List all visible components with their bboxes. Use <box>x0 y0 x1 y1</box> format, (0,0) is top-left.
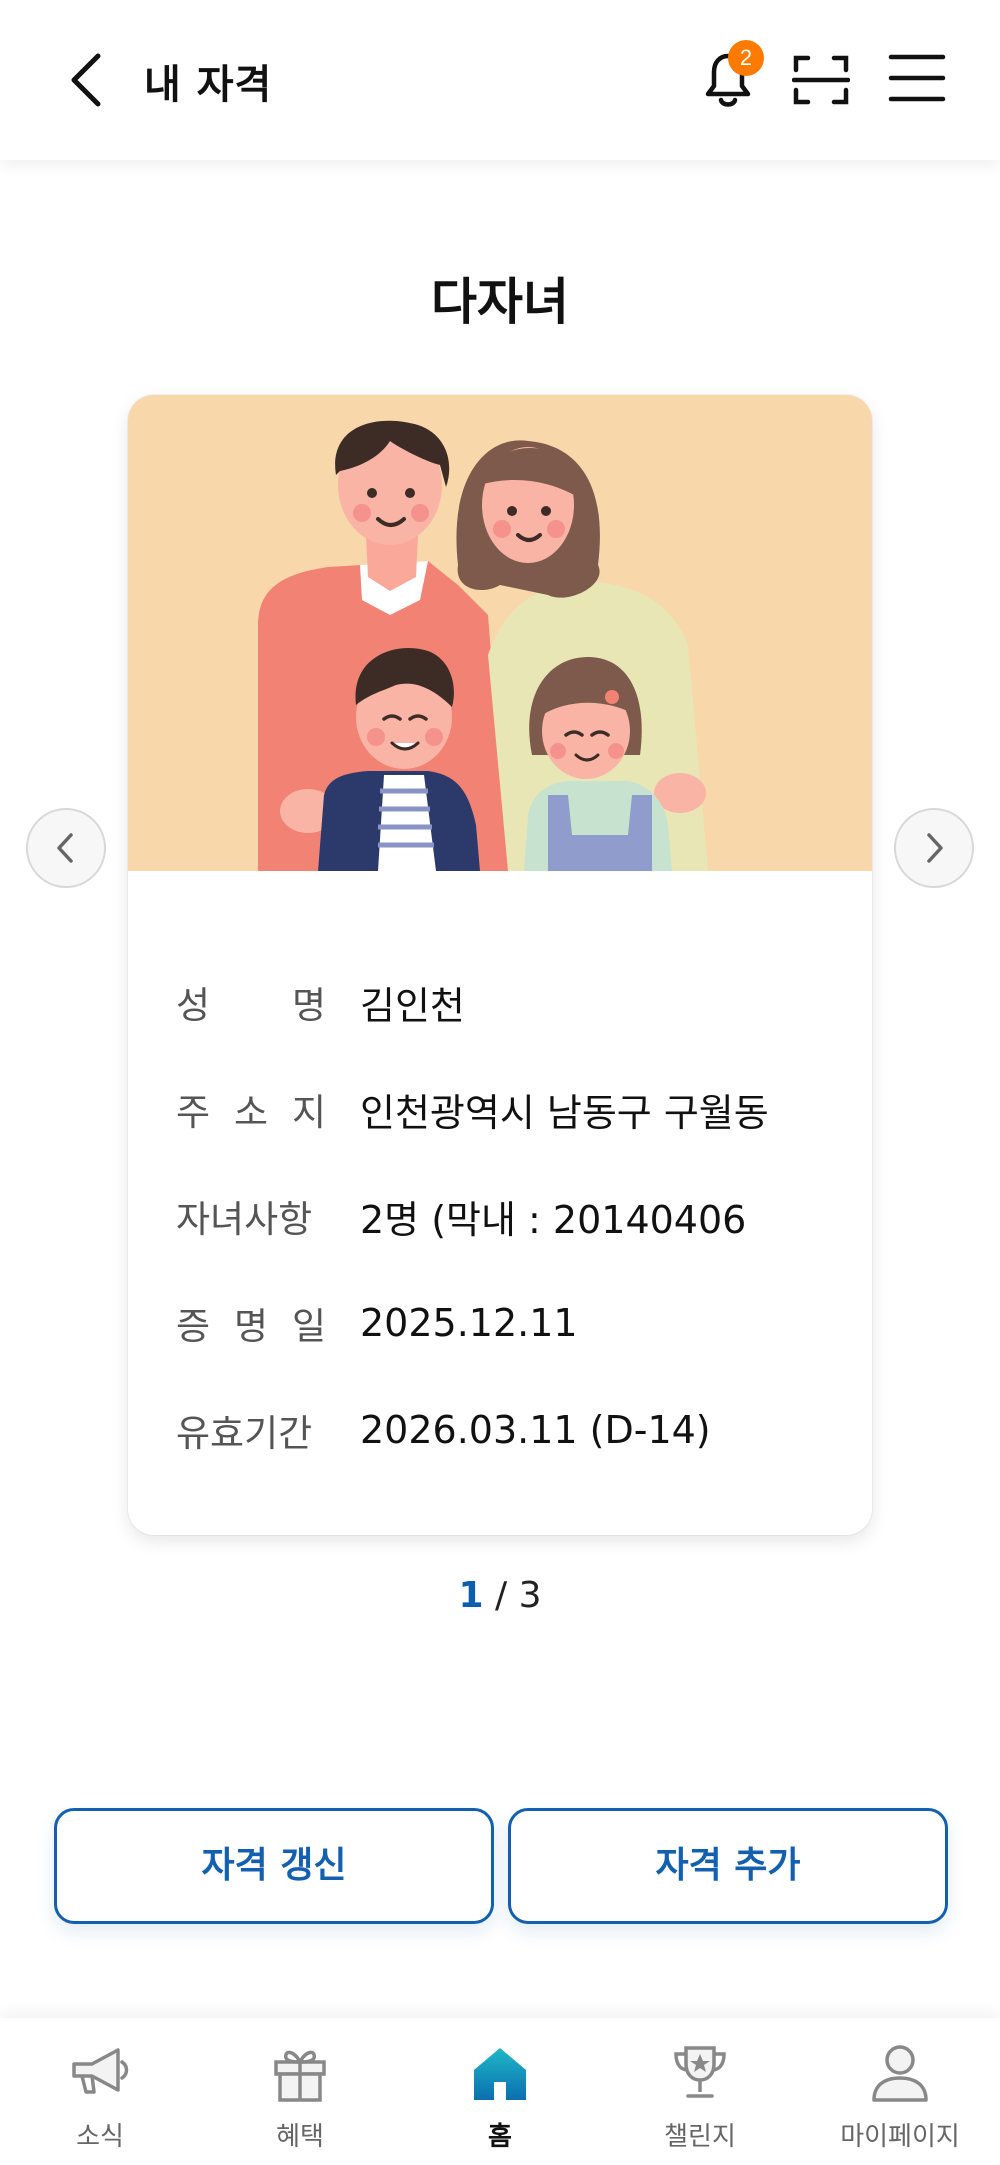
info-label: 주 소 지 <box>176 1091 326 1134</box>
nav-item-mypage[interactable]: 마이페이지 <box>800 2018 1000 2165</box>
app-header: 내 자격 2 <box>0 0 1000 160</box>
info-label: 유효기간 <box>176 1412 313 1455</box>
carousel-prev-button[interactable] <box>26 808 106 888</box>
info-row-name: 성 명 김인천 <box>176 977 465 1028</box>
page-title: 내 자격 <box>144 62 273 108</box>
carousel-pager: 1 / 3 <box>0 1575 1000 1616</box>
pager-separator: / <box>483 1575 519 1616</box>
home-icon <box>474 2048 526 2100</box>
pager-current: 1 <box>458 1575 484 1616</box>
info-value-children: 2명 (막내 : 20140406 <box>360 1197 747 1242</box>
info-row-issue-date: 증 명 일 2025.12.11 <box>176 1298 578 1348</box>
scan-icon <box>791 55 851 105</box>
scan-button[interactable] <box>791 52 851 108</box>
info-value-name: 김인천 <box>360 983 465 1028</box>
nav-item-benefits[interactable]: 혜택 <box>200 2018 400 2165</box>
qualification-card[interactable]: 성 명 김인천 주 소 지 인천광역시 남동구 구월동 자녀사항 2명 (막내 … <box>128 395 872 1535</box>
menu-button[interactable] <box>888 52 946 104</box>
nav-item-home[interactable]: 홈 <box>400 2018 600 2165</box>
nav-item-news[interactable]: 소식 <box>0 2018 200 2165</box>
info-value-address: 인천광역시 남동구 구월동 <box>360 1090 769 1135</box>
megaphone-icon <box>72 2048 129 2094</box>
notification-badge: 2 <box>728 40 764 76</box>
info-row-children: 자녀사항 2명 (막내 : 20140406 <box>176 1191 747 1242</box>
gift-icon <box>274 2050 326 2102</box>
info-value-issue-date: 2025.12.11 <box>360 1301 578 1345</box>
chevron-right-icon <box>927 833 943 863</box>
trophy-icon <box>674 2046 726 2098</box>
info-value-valid-until: 2026.03.11 (D-14) <box>360 1408 711 1452</box>
back-button[interactable] <box>62 50 110 110</box>
qualification-type-title: 다자녀 <box>431 273 569 331</box>
pager-total: 3 <box>518 1575 542 1616</box>
chevron-left-icon <box>71 53 101 107</box>
bottom-navigation: 소식 혜택 홈 챌린지 마이페이지 <box>0 2018 1000 2165</box>
chevron-left-icon <box>57 833 73 863</box>
info-label: 성 명 <box>176 984 326 1027</box>
info-row-valid-until: 유효기간 2026.03.11 (D-14) <box>176 1405 711 1455</box>
renew-qualification-button[interactable]: 자격 갱신 <box>54 1808 494 1924</box>
person-icon <box>872 2045 928 2102</box>
hamburger-menu-icon <box>888 54 946 102</box>
info-label: 증 명 일 <box>176 1305 326 1348</box>
nav-item-challenge[interactable]: 챌린지 <box>600 2018 800 2165</box>
add-qualification-button[interactable]: 자격 추가 <box>508 1808 948 1924</box>
family-illustration <box>128 395 872 871</box>
info-row-address: 주 소 지 인천광역시 남동구 구월동 <box>176 1084 769 1135</box>
info-label: 자녀사항 <box>176 1198 313 1241</box>
carousel-next-button[interactable] <box>894 808 974 888</box>
